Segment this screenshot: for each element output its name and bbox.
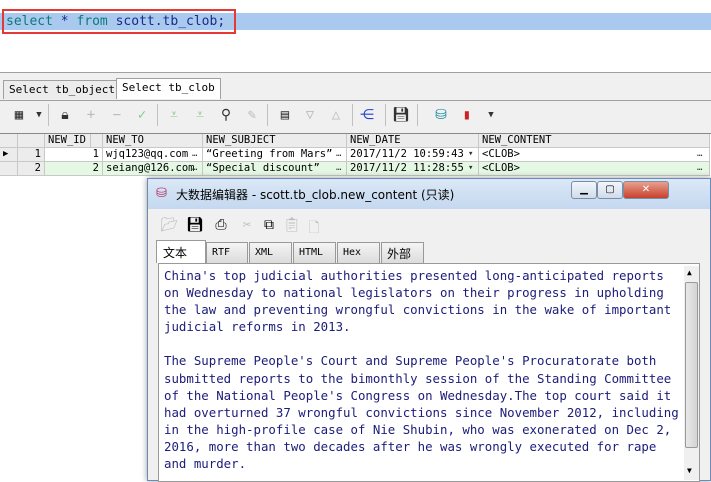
dialog-titlebar[interactable]: ⛁ 大数据编辑器 - scott.tb_clob.new_content (只读… bbox=[148, 179, 710, 209]
database-icon[interactable]: ⛁ bbox=[432, 106, 450, 124]
tab-xml[interactable]: XML bbox=[249, 242, 292, 263]
separator bbox=[385, 104, 386, 126]
chart-icon[interactable]: ▮ bbox=[458, 106, 476, 124]
separator bbox=[417, 104, 418, 126]
add-row-icon[interactable]: + bbox=[82, 106, 100, 124]
filter-down-icon[interactable]: ▽ bbox=[301, 106, 319, 124]
ellipsis-button[interactable]: … bbox=[697, 149, 702, 159]
chevron-down-icon[interactable]: ▼ bbox=[482, 106, 500, 124]
dropdown-button[interactable]: ▾ bbox=[468, 149, 473, 159]
clear-icon[interactable]: ✎ bbox=[243, 106, 261, 124]
separator bbox=[157, 104, 158, 126]
tab-select-tb-clob[interactable]: Select tb_clob bbox=[116, 78, 221, 99]
cell-new-subject[interactable]: “Special discount” bbox=[203, 162, 347, 176]
row-number: 2 bbox=[18, 162, 45, 176]
header-new-content[interactable]: NEW_CONTENT bbox=[479, 134, 710, 148]
row-number: 1 bbox=[18, 148, 45, 162]
maximize-button[interactable]: ▢ bbox=[597, 181, 623, 199]
large-data-editor-dialog: ⛁ 大数据编辑器 - scott.tb_clob.new_content (只读… bbox=[147, 178, 711, 482]
binoculars-icon[interactable]: ⚲ bbox=[217, 106, 235, 124]
save-icon[interactable]: 💾︎ bbox=[392, 106, 410, 124]
current-row-indicator: ▶ bbox=[0, 148, 18, 162]
header-indicator bbox=[0, 134, 18, 148]
delete-row-icon[interactable]: − bbox=[108, 106, 126, 124]
cut-icon[interactable]: ✂ bbox=[238, 217, 256, 233]
tree-icon[interactable]: ⋲ bbox=[358, 106, 376, 124]
lock-icon[interactable]: 🔒︎ bbox=[56, 106, 74, 124]
grid-layout-icon[interactable]: ▦ bbox=[10, 106, 28, 124]
cell-new-date[interactable]: 2017/11/2 10:59:43 bbox=[347, 148, 479, 162]
header-new-id[interactable]: NEW_ID bbox=[45, 134, 91, 148]
dropdown-button[interactable]: ▾ bbox=[468, 163, 473, 173]
grid-toolbar bbox=[0, 100, 711, 130]
cell-new-content[interactable]: <CLOB> bbox=[479, 162, 710, 176]
scrollbar-thumb[interactable] bbox=[685, 282, 698, 448]
highlight-box bbox=[2, 9, 236, 34]
export-icon[interactable]: ▤ bbox=[276, 106, 294, 124]
vertical-scrollbar[interactable]: ▲ ▼ bbox=[684, 266, 699, 480]
tab-hex[interactable]: Hex bbox=[337, 242, 380, 263]
open-icon[interactable]: 📂︎ bbox=[160, 217, 178, 233]
cell-new-id[interactable]: 2 bbox=[45, 162, 103, 176]
cell-new-to[interactable]: seiang@126.com bbox=[103, 162, 203, 176]
cell-new-id[interactable]: 1 bbox=[45, 148, 103, 162]
clear-icon[interactable]: 🗋 bbox=[305, 217, 323, 241]
header-spacer bbox=[91, 134, 103, 148]
cell-new-date[interactable]: 2017/11/2 11:28:55 bbox=[347, 162, 479, 176]
chevron-down-icon[interactable]: ▼ bbox=[30, 106, 48, 124]
tab-text[interactable]: 文本 bbox=[156, 240, 206, 263]
ellipsis-button[interactable]: … bbox=[336, 163, 341, 173]
cell-new-to[interactable]: wjq123@qq.com bbox=[103, 148, 203, 162]
separator bbox=[267, 104, 268, 126]
ellipsis-button[interactable]: … bbox=[697, 163, 702, 173]
minimize-button[interactable]: ▁ bbox=[571, 181, 597, 199]
header-new-subject[interactable]: NEW_SUBJECT bbox=[203, 134, 347, 148]
tab-external[interactable]: 外部 bbox=[381, 242, 424, 263]
close-button[interactable]: ✕ bbox=[623, 181, 669, 199]
clob-content: China's top judicial authorities present… bbox=[164, 268, 679, 472]
print-icon[interactable]: ⎙ bbox=[212, 217, 230, 233]
filter-up-icon[interactable]: △ bbox=[327, 106, 345, 124]
dialog-title: 大数据编辑器 - scott.tb_clob.new_content (只读) bbox=[176, 188, 455, 202]
ellipsis-button[interactable]: … bbox=[192, 149, 197, 159]
database-icon: ⛁ bbox=[156, 186, 167, 201]
cell-new-content[interactable]: <CLOB> bbox=[479, 148, 710, 162]
cell-new-subject[interactable]: “Greeting from Mars” bbox=[203, 148, 347, 162]
header-rownum bbox=[18, 134, 45, 148]
row-indicator bbox=[0, 162, 18, 176]
copy-icon[interactable]: ⧉ bbox=[260, 217, 278, 233]
tab-select-tb-objects[interactable]: Select tb_objects bbox=[3, 80, 128, 99]
tab-rtf[interactable]: RTF bbox=[206, 242, 248, 263]
sql-editor[interactable]: select * from scott.tb_clob; bbox=[0, 0, 711, 73]
tab-html[interactable]: HTML bbox=[293, 242, 336, 263]
last-page-icon[interactable]: ⩡ bbox=[191, 106, 209, 124]
content-text-area[interactable]: China's top judicial authorities present… bbox=[158, 263, 700, 482]
scroll-down-icon[interactable]: ▼ bbox=[687, 466, 692, 475]
separator bbox=[48, 104, 49, 126]
ellipsis-button[interactable]: … bbox=[192, 163, 197, 173]
separator bbox=[352, 104, 353, 126]
ellipsis-button[interactable]: … bbox=[336, 149, 341, 159]
next-page-icon[interactable]: ⩡ bbox=[165, 106, 183, 124]
save-icon[interactable]: 💾︎ bbox=[186, 217, 204, 233]
scroll-up-icon[interactable]: ▲ bbox=[687, 268, 692, 277]
paste-icon[interactable]: 📋︎ bbox=[283, 217, 301, 233]
header-new-to[interactable]: NEW_TO bbox=[103, 134, 203, 148]
header-new-date[interactable]: NEW_DATE bbox=[347, 134, 479, 148]
post-changes-icon[interactable]: ✓ bbox=[133, 106, 151, 124]
